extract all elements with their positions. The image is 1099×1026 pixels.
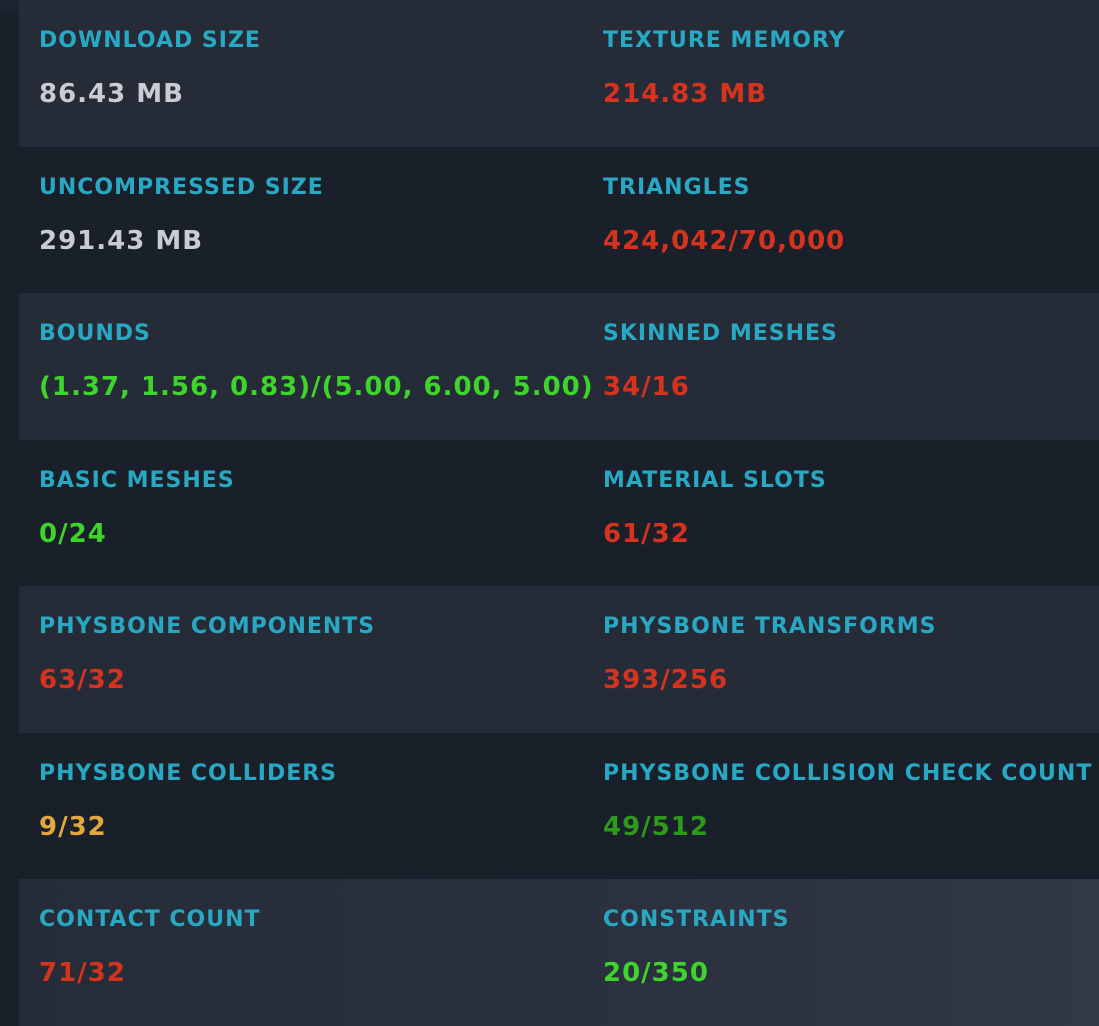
stat-label: PHYSBONE TRANSFORMS [603, 614, 937, 639]
stat-value: (1.37, 1.56, 0.83)/(5.00, 6.00, 5.00) [39, 372, 594, 402]
stats-row: UNCOMPRESSED SIZE 291.43 MB TRIANGLES 42… [19, 147, 1099, 294]
stat-label: DOWNLOAD SIZE [39, 28, 261, 53]
stat-value: 9/32 [39, 811, 107, 842]
stat-label: TEXTURE MEMORY [603, 28, 846, 53]
stats-row: BOUNDS (1.37, 1.56, 0.83)/(5.00, 6.00, 5… [19, 293, 1099, 440]
stat-label: BOUNDS [39, 321, 151, 346]
stat-label: CONTACT COUNT [39, 907, 261, 932]
performance-stats-panel: DOWNLOAD SIZE 86.43 MB TEXTURE MEMORY 21… [19, 0, 1099, 1026]
stat-label: PHYSBONE COLLIDERS [39, 760, 338, 786]
stats-row: PHYSBONE COMPONENTS 63/32 PHYSBONE TRANS… [19, 586, 1099, 733]
stats-row: DOWNLOAD SIZE 86.43 MB TEXTURE MEMORY 21… [19, 0, 1099, 147]
stat-label: CONSTRAINTS [603, 907, 790, 932]
stat-value: 86.43 MB [39, 79, 184, 109]
stat-label: SKINNED MESHES [603, 321, 838, 346]
stat-value: 393/256 [603, 665, 729, 695]
stat-value: 71/32 [39, 958, 126, 988]
stat-value: 63/32 [39, 665, 126, 695]
stat-label: BASIC MESHES [39, 467, 235, 493]
stat-value: 49/512 [603, 811, 709, 842]
stat-value: 291.43 MB [39, 225, 204, 256]
stat-value: 34/16 [603, 372, 690, 402]
stat-value: 214.83 MB [603, 79, 768, 109]
stat-value: 20/350 [603, 958, 709, 988]
stat-value: 0/24 [39, 518, 107, 549]
stat-label: TRIANGLES [603, 174, 751, 200]
stats-row: BASIC MESHES 0/24 MATERIAL SLOTS 61/32 [19, 440, 1099, 587]
stat-label: PHYSBONE COMPONENTS [39, 614, 376, 639]
stats-row: CONTACT COUNT 71/32 CONSTRAINTS 20/350 [19, 879, 1099, 1026]
stat-label: UNCOMPRESSED SIZE [39, 174, 324, 200]
stat-label: PHYSBONE COLLISION CHECK COUNT [603, 760, 1093, 786]
stat-label: MATERIAL SLOTS [603, 467, 827, 493]
stat-value: 424,042/70,000 [603, 225, 846, 256]
stats-row: PHYSBONE COLLIDERS 9/32 PHYSBONE COLLISI… [19, 733, 1099, 880]
stat-value: 61/32 [603, 518, 690, 549]
